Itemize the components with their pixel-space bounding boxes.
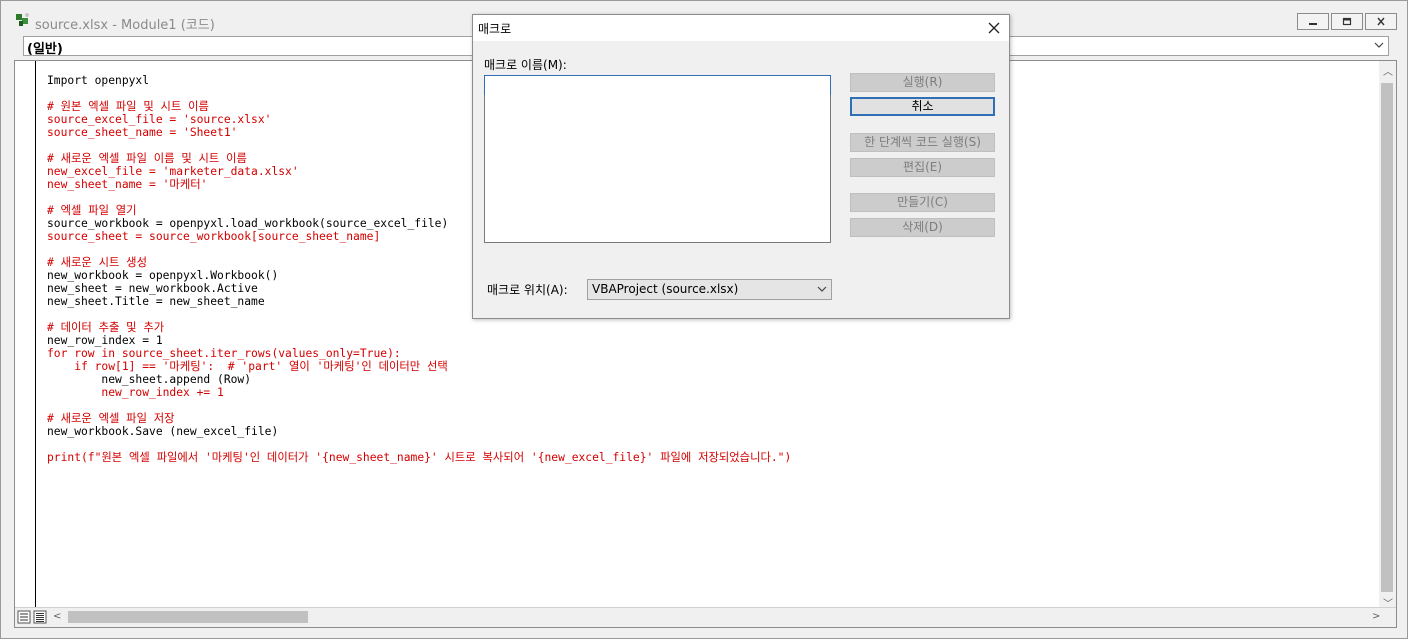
code-line[interactable]: for row in source_sheet.iter_rows(values… [47,347,791,360]
code-line[interactable]: new_row_index += 1 [47,386,791,399]
code-line[interactable]: if row[1] == '마케팅': # 'part' 열이 '마케팅'인 데… [47,360,791,373]
restore-button[interactable] [1331,13,1363,30]
full-module-view-icon[interactable] [33,610,47,624]
horizontal-scroll-thumb[interactable] [68,611,308,623]
code-line[interactable]: new_workbook.Save (new_excel_file) [47,425,791,438]
run-button[interactable]: 실행(R) [850,73,995,92]
edit-button[interactable]: 편집(E) [850,158,995,177]
close-window-button[interactable] [1365,13,1397,30]
window-title: source.xlsx - Module1 (코드) [35,18,215,33]
macro-list[interactable] [484,95,831,243]
scroll-left-icon[interactable]: < [53,611,61,622]
horizontal-scrollbar[interactable]: < > [15,607,1396,627]
scroll-up-icon[interactable]: ︿ [1383,63,1393,78]
code-line[interactable] [47,399,791,412]
code-line[interactable]: print(f"원본 엑셀 파일에서 '마케팅'인 데이터가 '{new_she… [47,451,791,464]
procedure-dropdown-value: (일반) [27,42,63,57]
code-line[interactable]: # 새로운 엑셀 파일 저장 [47,412,791,425]
macro-location-value: VBAProject (source.xlsx) [592,282,739,296]
macro-dialog: 매크로 매크로 이름(M): 실행(R) 취소 한 단계씩 코드 실행(S) 편… [472,14,1010,319]
vertical-scroll-thumb[interactable] [1381,83,1393,592]
chevron-down-icon [817,286,827,292]
dialog-titlebar: 매크로 [473,15,1009,41]
create-button[interactable]: 만들기(C) [850,193,995,212]
code-line[interactable]: new_row_index = 1 [47,334,791,347]
close-icon [1377,17,1385,26]
cancel-button[interactable]: 취소 [850,97,995,116]
minimize-icon [1309,23,1317,25]
code-line[interactable]: new_sheet.append (Row) [47,373,791,386]
restore-icon [1342,17,1352,26]
macro-name-input[interactable] [484,75,831,96]
scroll-right-icon[interactable]: > [1372,611,1380,622]
chevron-down-icon [1374,42,1384,48]
dialog-close-icon[interactable] [987,21,1001,35]
minimize-button[interactable] [1297,13,1329,30]
macro-location-select[interactable]: VBAProject (source.xlsx) [587,279,832,300]
macro-location-label: 매크로 위치(A): [487,283,568,297]
delete-button[interactable]: 삭제(D) [850,218,995,237]
vba-module-icon [16,13,29,26]
dialog-title: 매크로 [478,22,512,36]
code-line[interactable] [47,438,791,451]
step-into-button[interactable]: 한 단계씩 코드 실행(S) [850,133,995,152]
margin-indicator-bar[interactable] [15,61,36,609]
procedure-view-icon[interactable] [17,610,31,624]
macro-name-label: 매크로 이름(M): [484,58,567,72]
code-line[interactable]: # 데이터 추출 및 추가 [47,321,791,334]
vertical-scrollbar[interactable]: ︿ ﹀ [1379,61,1396,610]
